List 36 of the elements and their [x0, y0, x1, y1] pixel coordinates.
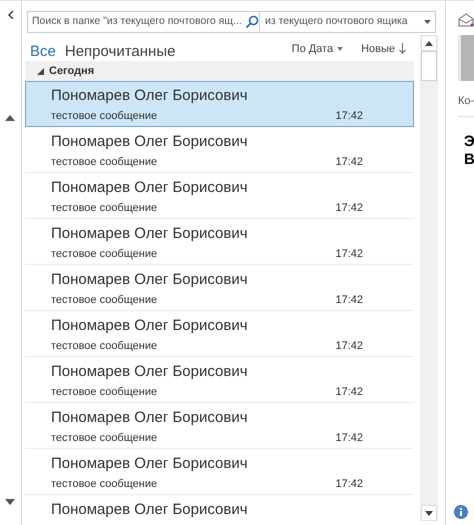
- scroll-down-icon[interactable]: [4, 499, 14, 505]
- photo-placeholder: [458, 35, 474, 81]
- caret-icon: [424, 20, 431, 24]
- group-header[interactable]: Сегодня: [25, 61, 414, 81]
- search-placeholder: Поиск в папке "из текущего почтового ящ...: [32, 14, 242, 30]
- search-field[interactable]: Поиск в папке "из текущего почтового ящ...: [28, 12, 260, 32]
- message-row[interactable]: Пономарев Олег Борисович тестовое сообщение 17:42: [25, 403, 414, 449]
- envelope-icon: [458, 13, 474, 27]
- message-row[interactable]: Пономарев Олег Борисович тестовое сообщение 17:42: [25, 81, 414, 127]
- sort-by-button[interactable]: По Дата: [292, 40, 344, 57]
- message-row[interactable]: Пономарев Олег Борисович тестовое сообщение 17:42: [25, 127, 414, 173]
- scope-text: из текущего почтового ящика: [265, 14, 408, 30]
- scroll-thumb[interactable]: [421, 51, 438, 81]
- message-row[interactable]: Пономарев Олег Борисович тестовое сообщение 17:42: [25, 219, 414, 265]
- sort-order-button[interactable]: Новые: [361, 40, 406, 57]
- message-row[interactable]: Пономарев Олег Борисович тестовое сообщение 17:42: [25, 173, 414, 219]
- message-heading: В: [464, 150, 474, 168]
- message-row[interactable]: Пономарев Олег Борисович тестовое сообщение 17:42: [25, 449, 414, 495]
- message-row[interactable]: Пономарев Олег Борисович тестовое сообщение 17:42: [25, 265, 414, 311]
- filter-tab[interactable]: Все: [30, 44, 56, 59]
- message-row[interactable]: Пономарев Олег Борисович тестовое сообщение 17:42: [25, 357, 414, 403]
- message-row[interactable]: Пономарев Олег Борисович тестовое сообщение 17:42: [25, 311, 414, 357]
- scrollbar[interactable]: [420, 35, 438, 521]
- filter-tab[interactable]: Непрочитанные: [64, 44, 176, 59]
- message-row[interactable]: Пономарев Олег Борисович: [25, 495, 414, 525]
- collapse-icon[interactable]: [8, 11, 14, 19]
- info-icon: [454, 505, 468, 519]
- scroll-up-icon[interactable]: [4, 115, 14, 121]
- reading-label: Ко-: [458, 94, 474, 109]
- message-heading: Э: [464, 132, 474, 150]
- scope-dropdown[interactable]: из текущего почтового ящика: [260, 12, 435, 32]
- scroll-down-icon: [425, 510, 434, 516]
- scroll-up-icon: [425, 40, 434, 46]
- caret-icon: [337, 46, 344, 51]
- down-arrow-icon: [399, 43, 406, 54]
- search-icon: [244, 15, 259, 29]
